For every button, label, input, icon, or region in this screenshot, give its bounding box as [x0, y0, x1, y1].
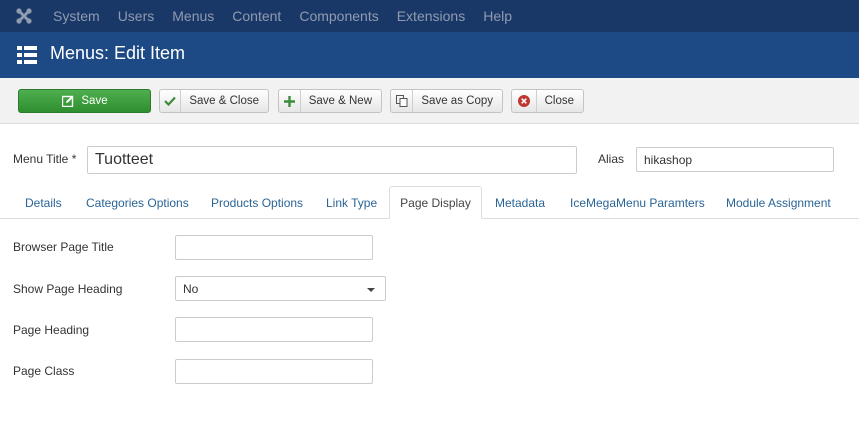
save-as-copy-button[interactable]: Save as Copy	[390, 89, 503, 113]
menu-title-label: Menu Title *	[13, 152, 77, 166]
save-label: Save	[81, 95, 108, 107]
menu-menus[interactable]: Menus	[172, 8, 214, 24]
menu-content[interactable]: Content	[232, 8, 281, 24]
tab-metadata[interactable]: Metadata	[495, 186, 545, 219]
check-icon	[160, 90, 182, 112]
close-circle-icon	[512, 90, 537, 112]
toolbar: Save Save & Close Save & New Save as Cop…	[0, 78, 859, 124]
page-heading-input[interactable]	[175, 317, 373, 342]
menu-users[interactable]: Users	[118, 8, 155, 24]
menu-title-input[interactable]: Tuotteet	[87, 146, 577, 174]
top-navbar: System Users Menus Content Components Ex…	[0, 0, 859, 32]
close-label: Close	[544, 95, 574, 107]
page-heading-label: Page Heading	[13, 323, 90, 337]
save-new-label: Save & New	[308, 95, 372, 107]
page-title-bar: Menus: Edit Item	[0, 32, 859, 78]
save-button[interactable]: Save	[18, 89, 151, 113]
menu-extensions[interactable]: Extensions	[397, 8, 465, 24]
edit-icon	[61, 90, 75, 112]
top-menu: System Users Menus Content Components Ex…	[53, 0, 530, 32]
browser-page-title-input[interactable]	[175, 235, 373, 260]
page-class-label: Page Class	[13, 364, 75, 378]
browser-page-title-label: Browser Page Title	[13, 240, 114, 254]
save-as-copy-label: Save as Copy	[421, 95, 493, 107]
tab-link-type[interactable]: Link Type	[326, 186, 377, 219]
plus-icon	[279, 90, 301, 112]
menu-help[interactable]: Help	[483, 8, 512, 24]
show-page-heading-label: Show Page Heading	[13, 282, 123, 296]
list-grid-icon	[17, 46, 37, 64]
caret-down-icon	[367, 288, 375, 292]
show-page-heading-value: No	[183, 281, 199, 296]
tab-bar: Details Categories Options Products Opti…	[0, 186, 859, 219]
save-new-button[interactable]: Save & New	[278, 89, 382, 113]
tab-page-display[interactable]: Page Display	[389, 186, 482, 219]
alias-label: Alias	[598, 152, 625, 166]
menu-system[interactable]: System	[53, 8, 100, 24]
tab-module-assignment[interactable]: Module Assignment	[726, 186, 831, 219]
menu-components[interactable]: Components	[299, 8, 378, 24]
save-close-button[interactable]: Save & Close	[159, 89, 269, 113]
page-title: Menus: Edit Item	[50, 43, 186, 63]
alias-input[interactable]: hikashop	[636, 147, 834, 172]
tab-details[interactable]: Details	[25, 186, 62, 219]
show-page-heading-select[interactable]: No	[175, 276, 386, 301]
tab-icemegamenu-paramters[interactable]: IceMegaMenu Paramters	[570, 186, 705, 219]
save-close-label: Save & Close	[189, 95, 259, 107]
close-button[interactable]: Close	[511, 89, 584, 113]
tab-categories-options[interactable]: Categories Options	[86, 186, 189, 219]
joomla-logo-icon[interactable]	[14, 7, 34, 25]
tab-products-options[interactable]: Products Options	[211, 186, 303, 219]
page-class-input[interactable]	[175, 359, 373, 384]
copy-icon	[391, 90, 414, 112]
